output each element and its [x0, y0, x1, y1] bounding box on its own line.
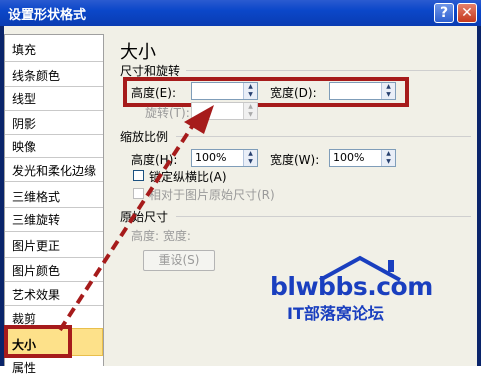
watermark-site: blwbbs.com — [270, 272, 433, 301]
arrow-head — [184, 105, 214, 134]
arrow-line — [58, 123, 195, 332]
annotation-arrow — [58, 105, 214, 332]
watermark-forum: IT部落窝论坛 — [287, 304, 384, 323]
dialog-window: 设置形状格式 ? ✕ 填充 线条颜色 线型 阴影 映像 发光和柔化边缘 三维格式… — [0, 0, 481, 375]
chimney-icon — [388, 260, 394, 272]
